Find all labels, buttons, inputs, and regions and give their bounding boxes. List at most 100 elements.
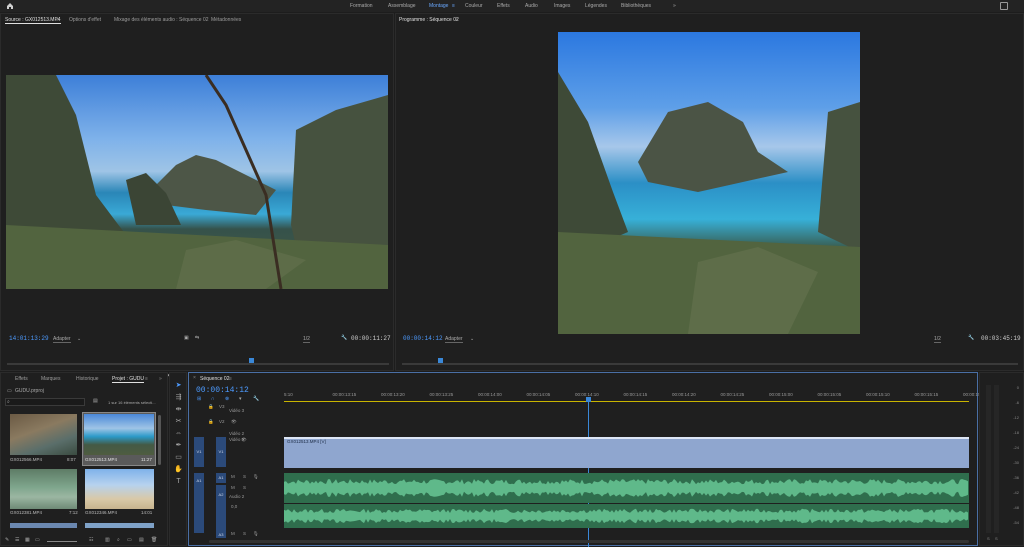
delete-icon[interactable]: 🗑 bbox=[151, 537, 157, 543]
close-icon[interactable]: × bbox=[193, 375, 196, 381]
pen-tool-icon[interactable]: ✒ bbox=[174, 441, 183, 450]
more-workspaces-icon[interactable]: » bbox=[673, 3, 676, 9]
tab-history[interactable]: Historique bbox=[76, 376, 99, 382]
a3-track-target[interactable]: A3 bbox=[216, 531, 226, 538]
workspace-couleur[interactable]: Couleur bbox=[465, 3, 483, 9]
sort-icon[interactable]: ☷ bbox=[89, 537, 93, 543]
icon-view-icon[interactable]: ▦ bbox=[25, 537, 30, 543]
clip-thumb-4[interactable] bbox=[85, 469, 154, 509]
solo-icon[interactable]: S bbox=[243, 485, 246, 490]
zoom-slider[interactable] bbox=[47, 541, 77, 542]
v3-source-patch[interactable] bbox=[194, 403, 204, 410]
selection-tool-icon[interactable]: ➤ bbox=[174, 381, 183, 390]
more-panels-icon[interactable]: » bbox=[159, 376, 162, 382]
workspace-assemblage[interactable]: Assemblage bbox=[388, 3, 416, 9]
a1-track-target[interactable]: A1 bbox=[216, 473, 226, 483]
a1-source-patch[interactable]: A1 bbox=[194, 473, 204, 533]
audio-clip-a1[interactable] bbox=[284, 473, 969, 503]
ripple-edit-tool-icon[interactable]: ⇹ bbox=[174, 405, 183, 414]
tab-menu-icon[interactable]: ≡ bbox=[229, 376, 232, 382]
wrench-icon[interactable]: 🔧 bbox=[968, 335, 974, 341]
clip-thumb-5[interactable] bbox=[10, 523, 77, 528]
clip-thumb-3[interactable] bbox=[10, 469, 77, 509]
v1-track-target[interactable]: V1 bbox=[216, 437, 226, 467]
rectangle-tool-icon[interactable]: ▭ bbox=[174, 453, 183, 462]
quick-export-icon[interactable] bbox=[1000, 2, 1008, 10]
source-resolution-select[interactable]: 1/2 bbox=[303, 336, 310, 343]
tab-menu-icon[interactable]: ≡ bbox=[145, 376, 148, 382]
razor-tool-icon[interactable]: ✂ bbox=[174, 417, 183, 426]
workspace-effets[interactable]: Effets bbox=[497, 3, 510, 9]
solo-icon[interactable]: S bbox=[243, 531, 246, 536]
nest-icon[interactable]: ⊞ bbox=[197, 396, 201, 402]
workspace-formation[interactable]: Formation bbox=[350, 3, 373, 9]
program-timecode[interactable]: 00:00:14:12 bbox=[403, 335, 443, 342]
project-search-input[interactable] bbox=[5, 398, 85, 406]
mute-icon[interactable]: M bbox=[231, 474, 235, 479]
eye-icon[interactable]: 👁 bbox=[241, 437, 247, 443]
eye-icon[interactable]: 👁 bbox=[231, 419, 237, 425]
drag-audio-icon[interactable]: ⇆ bbox=[195, 335, 199, 341]
volume-value[interactable]: 0,0 bbox=[231, 504, 237, 509]
solo-icon[interactable]: S bbox=[243, 474, 246, 479]
source-timecode[interactable]: 14:01:13:29 bbox=[9, 335, 49, 342]
tab-source[interactable]: Source : GX012513.MP4 bbox=[5, 17, 61, 24]
automate-icon[interactable]: ▥ bbox=[105, 537, 110, 543]
wrench-icon[interactable]: 🔧 bbox=[253, 396, 259, 402]
workspace-bibliotheques[interactable]: Bibliothèques bbox=[621, 3, 651, 9]
work-area-bar[interactable] bbox=[284, 401, 969, 402]
source-zoom-select[interactable]: Adapter bbox=[53, 336, 71, 343]
mute-icon[interactable]: M bbox=[231, 531, 235, 536]
home-icon[interactable] bbox=[6, 2, 14, 10]
tab-project[interactable]: Projet : GUDU bbox=[112, 376, 144, 383]
workspace-montage[interactable]: Montage bbox=[429, 3, 448, 9]
program-resolution-select[interactable]: 1/2 bbox=[934, 336, 941, 343]
clip-thumb-2[interactable] bbox=[84, 414, 154, 455]
clip-thumb-1[interactable] bbox=[10, 414, 77, 455]
workspace-images[interactable]: Images bbox=[554, 3, 570, 9]
workspace-menu-icon[interactable]: ≡ bbox=[452, 3, 455, 9]
tab-audio-mixer[interactable]: Mixage des éléments audio : Séquence 02 bbox=[114, 17, 209, 23]
clip-icon[interactable]: ▣ bbox=[184, 335, 189, 341]
source-playhead[interactable] bbox=[249, 358, 254, 363]
tab-effect-options[interactable]: Options d'effet bbox=[69, 17, 101, 23]
type-tool-icon[interactable]: T bbox=[174, 477, 183, 486]
a2-track-target[interactable]: A2 bbox=[216, 485, 226, 531]
tab-menu-icon[interactable]: ≡ bbox=[56, 17, 59, 23]
program-timebar[interactable] bbox=[402, 363, 1018, 365]
timeline-scrollbar[interactable] bbox=[209, 540, 969, 543]
program-zoom-select[interactable]: Adapter bbox=[445, 336, 463, 343]
wrench-icon[interactable]: 🔧 bbox=[341, 335, 347, 341]
slip-tool-icon[interactable]: ⇔ bbox=[174, 429, 183, 438]
source-timebar[interactable] bbox=[7, 363, 389, 365]
new-item-icon[interactable]: ▤ bbox=[139, 537, 144, 543]
tab-markers[interactable]: Marques bbox=[41, 376, 60, 382]
timeline-timecode[interactable]: 00:00:14:12 bbox=[196, 386, 249, 395]
freeform-view-icon[interactable]: ▭ bbox=[35, 537, 40, 543]
tab-effects[interactable]: Effets bbox=[15, 376, 28, 382]
workspace-audio[interactable]: Audio bbox=[525, 3, 538, 9]
track-select-tool-icon[interactable]: ⇶ bbox=[174, 393, 183, 402]
workspace-legendes[interactable]: Légendes bbox=[585, 3, 607, 9]
linked-selection-icon[interactable]: ⊗ bbox=[225, 396, 229, 402]
tab-menu-icon[interactable]: ≡ bbox=[455, 17, 458, 23]
mic-icon[interactable]: 🎙 bbox=[253, 531, 259, 537]
v1-source-patch[interactable]: V1 bbox=[194, 437, 204, 467]
add-marker-icon[interactable]: ▾ bbox=[239, 396, 242, 402]
snap-icon[interactable]: ∩ bbox=[211, 396, 215, 402]
project-scrollbar[interactable] bbox=[158, 415, 161, 465]
audio-clip-a2[interactable] bbox=[284, 504, 969, 528]
bin-icon[interactable]: ▤ bbox=[93, 398, 98, 404]
video-clip[interactable] bbox=[284, 437, 969, 468]
list-view-icon[interactable]: ☰ bbox=[15, 537, 19, 543]
tab-program[interactable]: Programme : Séquence 02 bbox=[399, 17, 459, 23]
new-bin-icon[interactable]: ▭ bbox=[127, 537, 132, 543]
clip-thumb-6[interactable] bbox=[85, 523, 154, 528]
hand-tool-icon[interactable]: ✋ bbox=[174, 465, 183, 474]
tab-metadata[interactable]: Métadonnées bbox=[211, 17, 241, 23]
program-playhead[interactable] bbox=[438, 358, 443, 363]
mic-icon[interactable]: 🎙 bbox=[253, 474, 259, 480]
mute-icon[interactable]: M bbox=[231, 485, 235, 490]
find-icon[interactable]: ⌕ bbox=[117, 537, 120, 543]
lock-icon[interactable]: 🔒 bbox=[208, 419, 214, 425]
